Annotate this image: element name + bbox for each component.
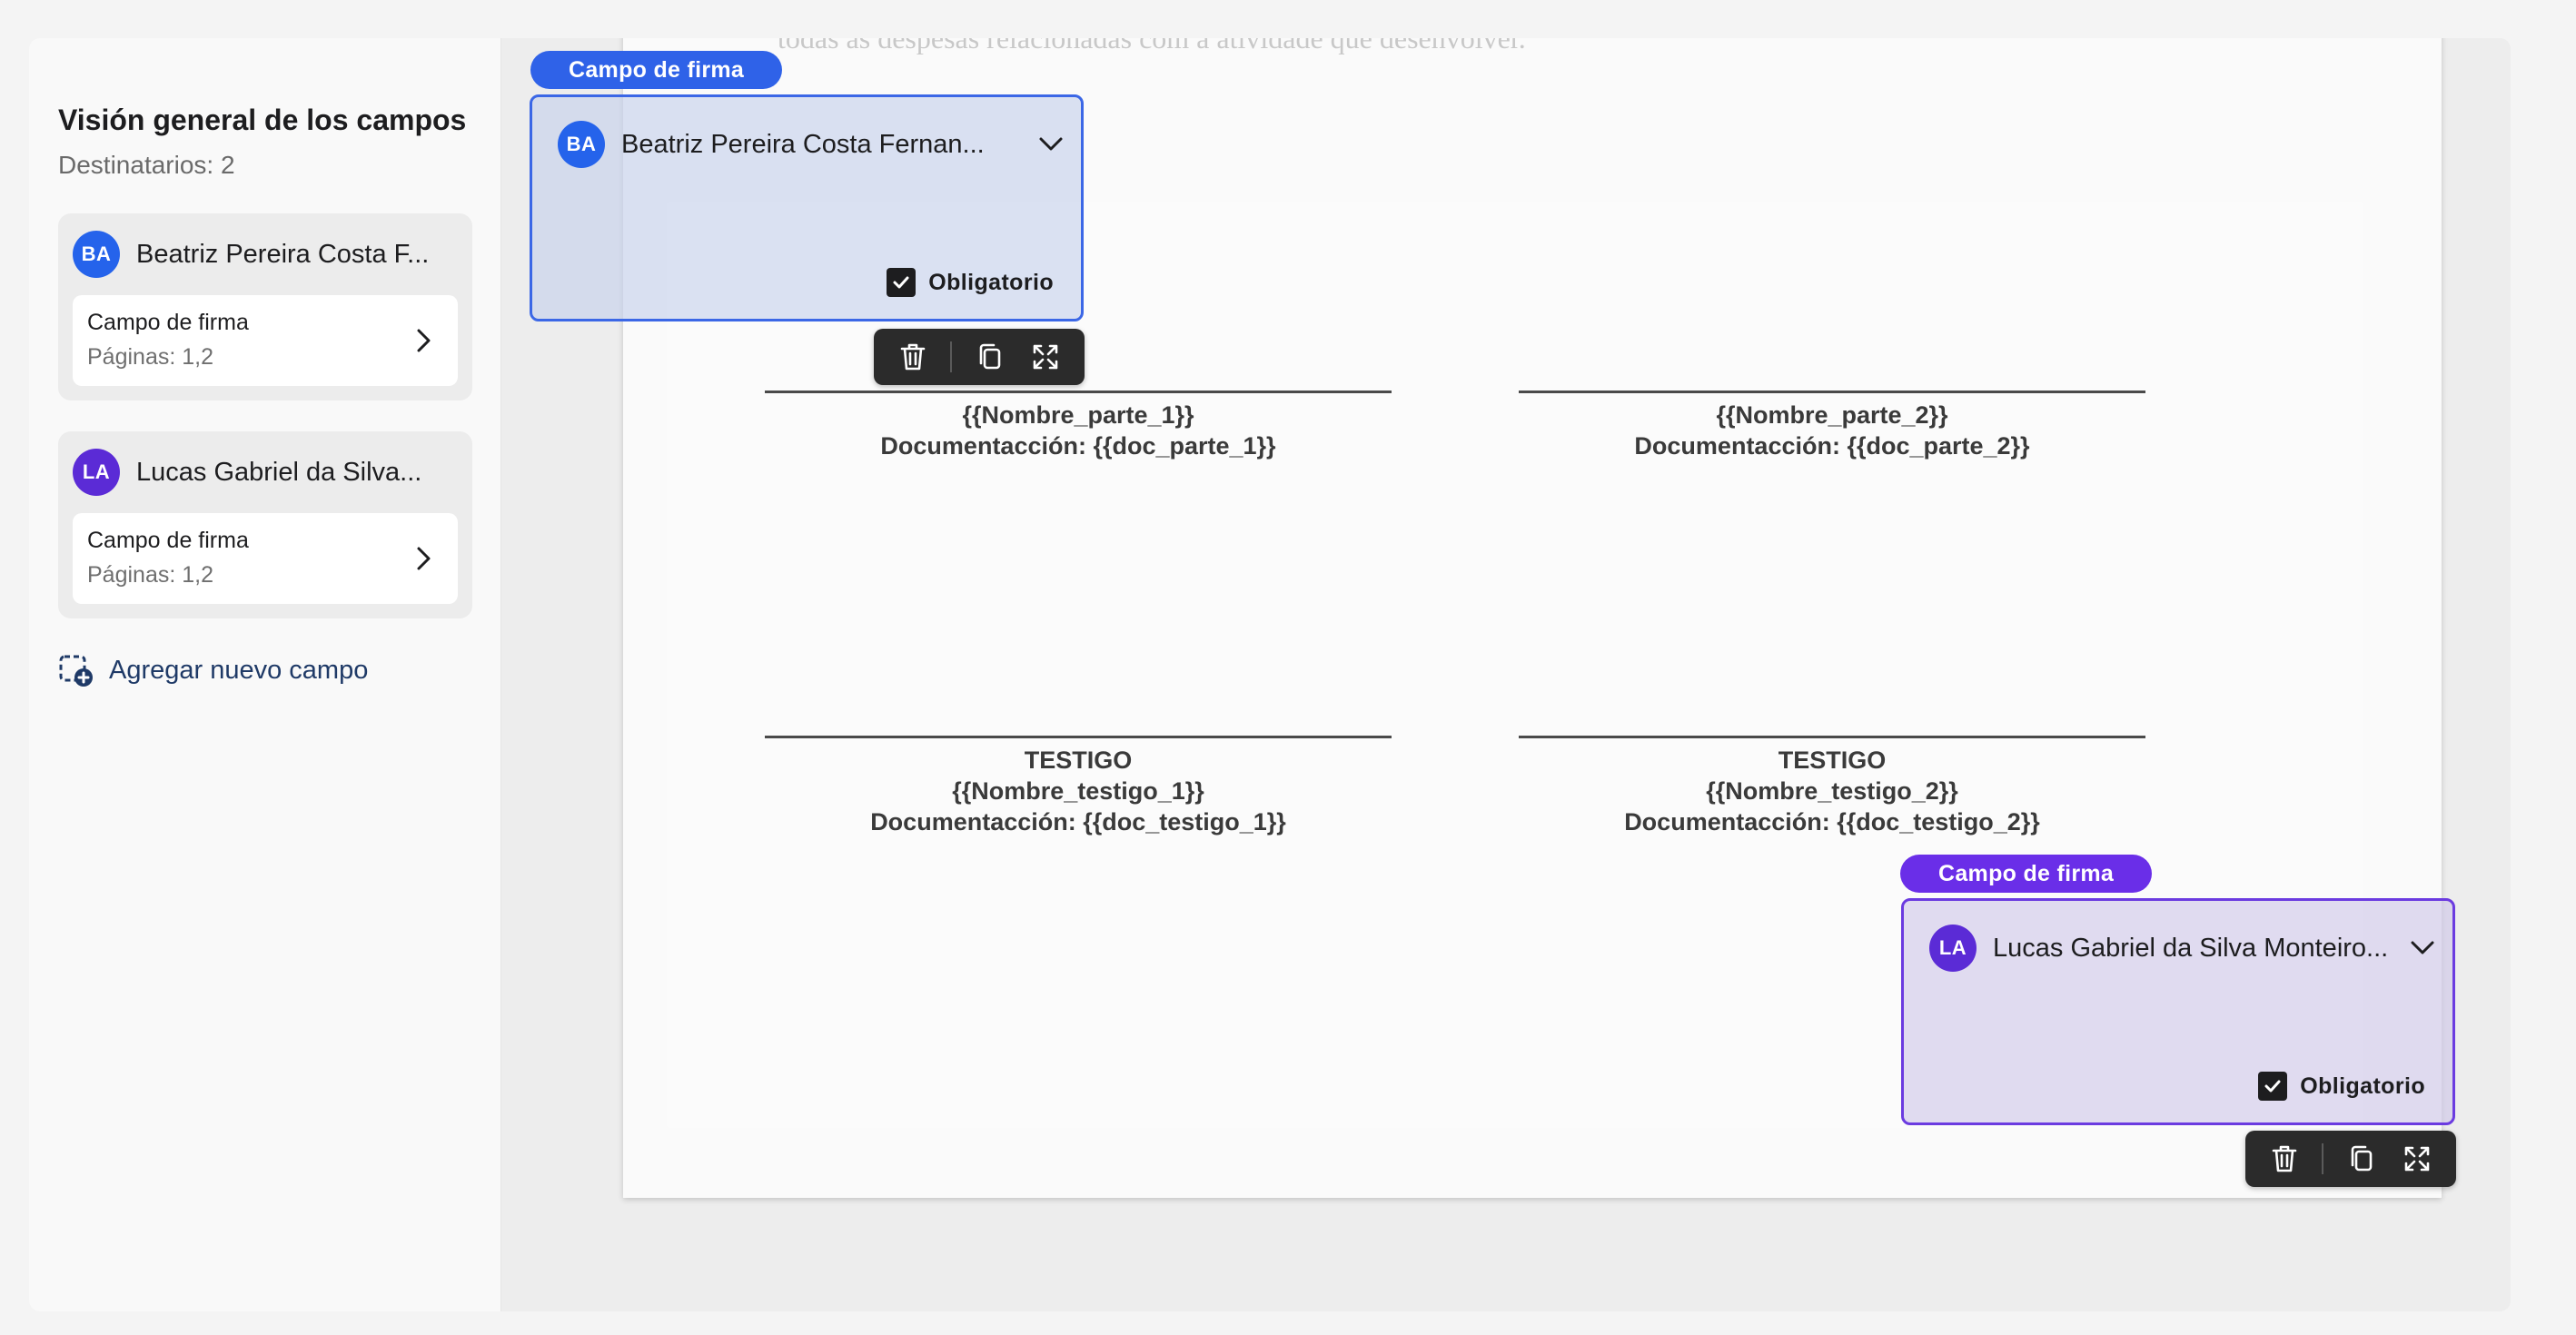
- required-label: Obligatorio: [2300, 1073, 2425, 1099]
- signature-field-box[interactable]: LA Lucas Gabriel da Silva Monteiro... Ob…: [1901, 898, 2455, 1125]
- toolbar-divider: [2322, 1143, 2324, 1174]
- required-toggle[interactable]: Obligatorio: [2258, 1072, 2425, 1101]
- signature-field-item[interactable]: Campo de firma Páginas: 1,2: [73, 513, 458, 604]
- field-toolbar: [2245, 1131, 2456, 1187]
- avatar: BA: [558, 121, 605, 168]
- recipient-select[interactable]: BA Beatriz Pereira Costa Fernan...: [558, 121, 1066, 168]
- fields-overview-sidebar: Visión general de los campos Destinatari…: [29, 38, 501, 1311]
- recipient-select[interactable]: LA Lucas Gabriel da Silva Monteiro...: [1929, 925, 2438, 972]
- signature-text-line: Documentacción: {{doc_parte_2}}: [1634, 432, 2030, 460]
- trash-icon: [900, 343, 926, 371]
- signature-text-line: {{Nombre_parte_2}}: [1716, 401, 1948, 429]
- toolbar-divider: [950, 341, 953, 372]
- recipient-header: BA Beatriz Pereira Costa F...: [73, 230, 429, 279]
- signature-line: [1519, 391, 2145, 393]
- recipient-card: LA Lucas Gabriel da Silva... Campo de fi…: [58, 431, 472, 618]
- copy-icon: [2351, 1145, 2373, 1172]
- recipient-header: LA Lucas Gabriel da Silva...: [73, 448, 421, 497]
- avatar: LA: [73, 449, 120, 496]
- signature-text-line: Documentacción: {{doc_testigo_2}}: [1624, 808, 2040, 836]
- expand-icon: [1033, 344, 1058, 370]
- signature-field-tag: Campo de firma: [530, 51, 783, 89]
- signature-text-line: TESTIGO: [1024, 747, 1133, 774]
- signature-field-item[interactable]: Campo de firma Páginas: 1,2: [73, 295, 458, 386]
- signature-text-line: {{Nombre_testigo_2}}: [1706, 777, 1958, 805]
- expand-field-button[interactable]: [2399, 1141, 2435, 1177]
- duplicate-field-button[interactable]: [2343, 1141, 2380, 1177]
- signature-block-party-1: {{Nombre_parte_1}} Documentacción: {{doc…: [765, 400, 1392, 461]
- trash-icon: [2272, 1145, 2297, 1172]
- faded-document-text: todas as despesas relacionadas com a ati…: [778, 38, 1526, 54]
- signature-text-line: {{Nombre_parte_1}}: [962, 401, 1194, 429]
- recipient-select-value: Beatriz Pereira Costa Fernan...: [621, 129, 985, 159]
- avatar: LA: [1929, 925, 1977, 972]
- signature-block-witness-1: TESTIGO {{Nombre_testigo_1}} Documentacc…: [765, 745, 1392, 837]
- chevron-right-icon: [417, 547, 431, 570]
- signature-block-party-2: {{Nombre_parte_2}} Documentacción: {{doc…: [1519, 400, 2145, 461]
- signature-line: [1519, 736, 2145, 738]
- signature-block-witness-2: TESTIGO {{Nombre_testigo_2}} Documentacc…: [1519, 745, 2145, 837]
- signature-text-line: TESTIGO: [1778, 747, 1887, 774]
- recipient-name: Beatriz Pereira Costa F...: [136, 239, 430, 269]
- required-toggle[interactable]: Obligatorio: [887, 268, 1054, 297]
- checkmark-icon: [2264, 1080, 2281, 1093]
- signature-field-tag: Campo de firma: [1900, 855, 2153, 893]
- chevron-down-icon: [2411, 941, 2434, 954]
- field-toolbar: [874, 329, 1085, 385]
- signature-field-box[interactable]: BA Beatriz Pereira Costa Fernan... Oblig…: [530, 94, 1084, 321]
- required-label: Obligatorio: [928, 269, 1054, 295]
- required-checkbox[interactable]: [2258, 1072, 2288, 1101]
- recipient-select-value: Lucas Gabriel da Silva Monteiro...: [1993, 933, 2389, 963]
- signature-text-line: {{Nombre_testigo_1}}: [952, 777, 1204, 805]
- signature-line: [765, 736, 1392, 738]
- delete-field-button[interactable]: [2266, 1141, 2303, 1177]
- recipients-count: Destinatarios: 2: [58, 151, 235, 179]
- add-field-icon: [59, 655, 93, 687]
- signature-text-line: Documentacción: {{doc_testigo_1}}: [870, 808, 1286, 836]
- add-new-field-button[interactable]: Agregar nuevo campo: [58, 652, 368, 688]
- expand-field-button[interactable]: [1027, 339, 1064, 375]
- delete-field-button[interactable]: [895, 339, 931, 375]
- field-type-label: Campo de firma: [87, 528, 249, 553]
- copy-icon: [979, 343, 1001, 370]
- duplicate-field-button[interactable]: [972, 339, 1008, 375]
- field-pages: Páginas: 1,2: [87, 562, 213, 588]
- expand-icon: [2404, 1146, 2430, 1172]
- chevron-down-icon: [1039, 137, 1063, 151]
- required-checkbox[interactable]: [887, 268, 916, 297]
- recipient-name: Lucas Gabriel da Silva...: [136, 457, 422, 487]
- app-window: Visión general de los campos Destinatari…: [29, 38, 2511, 1311]
- signature-text-line: Documentacción: {{doc_parte_1}}: [880, 432, 1276, 460]
- add-field-label: Agregar nuevo campo: [109, 655, 369, 685]
- avatar: BA: [73, 231, 120, 278]
- signature-line: [765, 391, 1392, 393]
- checkmark-icon: [893, 276, 909, 289]
- field-type-label: Campo de firma: [87, 310, 249, 335]
- field-pages: Páginas: 1,2: [87, 344, 213, 370]
- chevron-right-icon: [417, 329, 431, 352]
- sidebar-title: Visión general de los campos: [58, 104, 467, 136]
- recipient-card: BA Beatriz Pereira Costa F... Campo de f…: [58, 213, 472, 400]
